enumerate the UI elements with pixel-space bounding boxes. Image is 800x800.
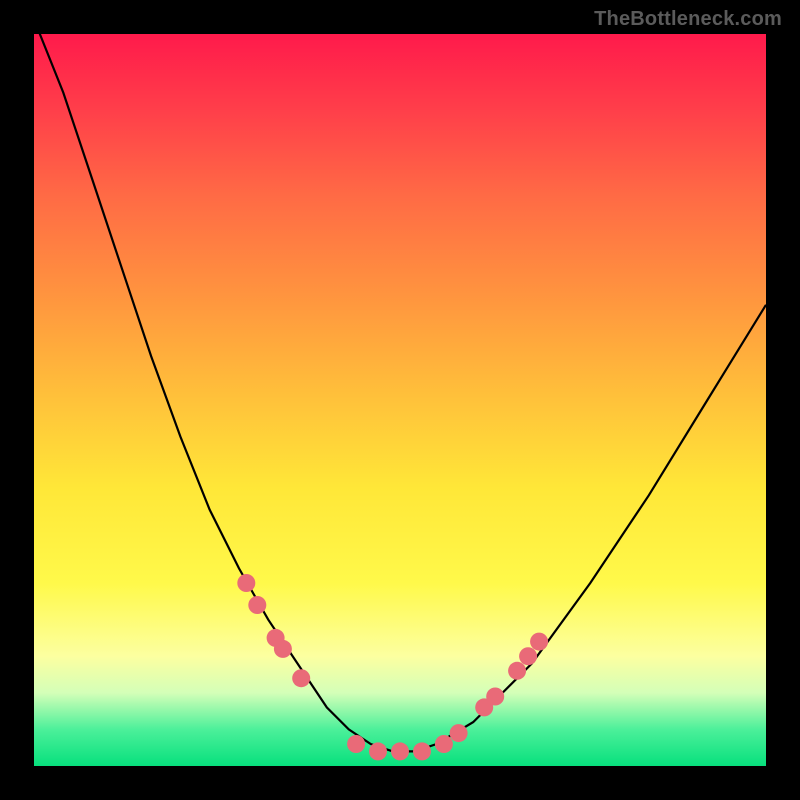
marker-dot — [347, 735, 365, 753]
marker-dot — [530, 633, 548, 651]
marker-dot — [237, 574, 255, 592]
chart-stage: TheBottleneck.com — [0, 0, 800, 800]
marker-dot — [450, 724, 468, 742]
chart-svg — [34, 34, 766, 766]
marker-dot — [391, 742, 409, 760]
bottleneck-curve — [34, 19, 766, 751]
marker-dot — [435, 735, 453, 753]
markers-left-cluster — [237, 574, 409, 760]
marker-dot — [486, 688, 504, 706]
marker-dot — [413, 742, 431, 760]
marker-dot — [292, 669, 310, 687]
marker-dot — [519, 647, 537, 665]
marker-dot — [508, 662, 526, 680]
watermark-text: TheBottleneck.com — [594, 8, 782, 31]
marker-dot — [248, 596, 266, 614]
marker-dot — [274, 640, 292, 658]
marker-dot — [369, 742, 387, 760]
markers-right-cluster — [413, 633, 548, 761]
